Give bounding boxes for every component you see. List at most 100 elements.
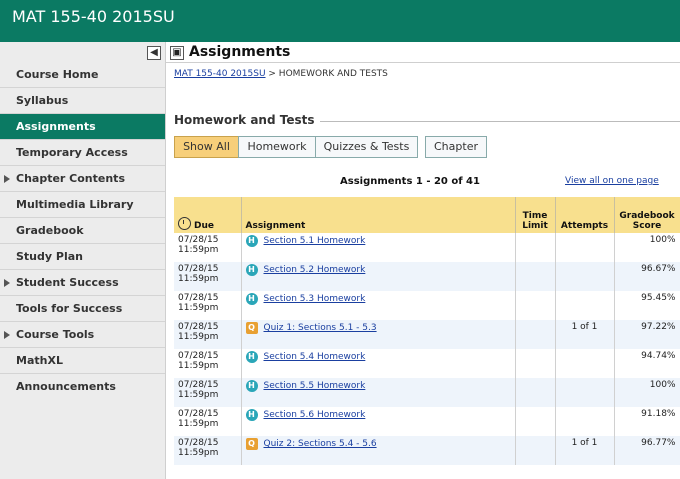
sidebar-item-label: Temporary Access (16, 146, 128, 159)
homework-filter-button[interactable]: Homework (238, 136, 316, 158)
homework-badge-icon: H (245, 380, 258, 392)
assignment-cell: H Section 5.6 Homework (241, 407, 516, 436)
attempts-cell (555, 262, 615, 291)
sidebar-item-mathxl-announcements[interactable]: MathXL Announcements (0, 348, 165, 393)
sidebar-item-label: MathXL Announcements (16, 354, 116, 393)
page-title: Assignments (189, 44, 291, 60)
attempts-cell (555, 233, 615, 262)
sidebar-item-label: Course Home (16, 68, 99, 81)
table-row: 07/28/15 11:59pm H Section 5.5 Homework 100% (174, 378, 680, 407)
assignment-cell: H Section 5.4 Homework (241, 349, 516, 378)
score-cell: 100% (614, 378, 680, 407)
expand-icon[interactable]: ▣ (170, 46, 184, 60)
assignment-column-header[interactable]: Assignment (241, 197, 516, 233)
attempts-cell (555, 291, 615, 320)
sidebar-item-label: Gradebook (16, 224, 84, 237)
expand-arrow-icon[interactable] (4, 279, 10, 287)
due-date: 07/28/15 (178, 264, 219, 274)
chapter-button[interactable]: Chapter (425, 136, 487, 158)
attempts-cell (555, 407, 615, 436)
assignment-link[interactable]: Section 5.4 Homework (264, 352, 366, 362)
collapse-sidebar-icon[interactable]: ◀ (147, 46, 161, 60)
view-all-link[interactable]: View all on one page (565, 176, 659, 186)
time-limit-cell (515, 233, 556, 262)
breadcrumb-separator: > (265, 69, 279, 79)
due-column-header[interactable]: Due (174, 197, 242, 233)
due-cell: 07/28/15 11:59pm (174, 233, 242, 262)
assignment-cell: H Section 5.5 Homework (241, 378, 516, 407)
due-cell: 07/28/15 11:59pm (174, 262, 242, 291)
assignment-link[interactable]: Section 5.6 Homework (264, 410, 366, 420)
time-limit-cell (515, 320, 556, 349)
quiz-badge-icon: Q (245, 322, 258, 334)
due-time: 11:59pm (178, 390, 219, 400)
due-time: 11:59pm (178, 419, 219, 429)
quiz-badge-icon: Q (245, 438, 258, 450)
assignment-cell: Q Quiz 1: Sections 5.1 - 5.3 (241, 320, 516, 349)
due-date: 07/28/15 (178, 235, 219, 245)
homework-badge-icon: H (245, 409, 258, 421)
time-limit-cell (515, 262, 556, 291)
assignment-link[interactable]: Section 5.5 Homework (264, 381, 366, 391)
sidebar-item-syllabus[interactable]: Syllabus (0, 88, 165, 114)
assignment-link[interactable]: Section 5.2 Homework (264, 265, 366, 275)
time-limit-column-header[interactable]: Time Limit (515, 197, 556, 233)
pager-text: Assignments 1 - 20 of 41 (340, 176, 480, 187)
due-date: 07/28/15 (178, 409, 219, 419)
attempts-cell (555, 349, 615, 378)
sidebar-item-label: Course Tools (16, 328, 95, 341)
assignment-link[interactable]: Quiz 2: Sections 5.4 - 5.6 (264, 439, 377, 449)
attempts-cell: 1 of 1 (555, 436, 615, 465)
expand-arrow-icon[interactable] (4, 175, 10, 183)
sidebar-item-label: Tools for Success (16, 302, 123, 315)
sidebar-item-label: Student Success (16, 276, 119, 289)
section-title: Homework and Tests (174, 113, 315, 127)
clock-icon (178, 217, 191, 230)
sidebar-item-course-home[interactable]: Course Home (0, 62, 165, 88)
sidebar-nav: Course Home Syllabus Assignments Temporary … (0, 62, 165, 393)
breadcrumb: MAT 155-40 2015SU > HOMEWORK AND TESTS (174, 69, 388, 79)
assignment-cell: H Section 5.3 Homework (241, 291, 516, 320)
due-cell: 07/28/15 11:59pm (174, 349, 242, 378)
score-column-header[interactable]: Gradebook Score (614, 197, 680, 233)
table-header-row: Due Assignment Time Limit Attempts Grade… (174, 197, 680, 233)
assignment-link[interactable]: Quiz 1: Sections 5.1 - 5.3 (264, 323, 377, 333)
sidebar-item-multimedia-library[interactable]: Multimedia Library (0, 192, 165, 218)
sidebar-item-label: Syllabus (16, 94, 69, 107)
attempts-column-header[interactable]: Attempts (555, 197, 615, 233)
homework-badge-icon: H (245, 351, 258, 363)
expand-arrow-icon[interactable] (4, 331, 10, 339)
assignments-table: Due Assignment Time Limit Attempts Grade… (174, 197, 680, 465)
due-time: 11:59pm (178, 332, 219, 342)
quizzes-tests-filter-button[interactable]: Quizzes & Tests (315, 136, 418, 158)
due-time: 11:59pm (178, 303, 219, 313)
assignment-link[interactable]: Section 5.3 Homework (264, 294, 366, 304)
assignment-cell: H Section 5.2 Homework (241, 262, 516, 291)
table-row: 07/28/15 11:59pm H Section 5.3 Homework 95.4… (174, 291, 680, 320)
due-date: 07/28/15 (178, 351, 219, 361)
sidebar-item-student-success[interactable]: Student Success (0, 270, 165, 296)
sidebar-item-study-plan[interactable]: Study Plan (0, 244, 165, 270)
sidebar-item-chapter-contents[interactable]: Chapter Contents (0, 166, 165, 192)
sidebar-item-label: Chapter Contents (16, 172, 125, 185)
breadcrumb-course-link[interactable]: MAT 155-40 2015SU (174, 69, 266, 79)
sidebar-item-tools-for-success[interactable]: Tools for Success (0, 296, 165, 322)
show-all-button[interactable]: Show All (174, 136, 239, 158)
homework-badge-icon: H (245, 293, 258, 305)
time-limit-cell (515, 291, 556, 320)
time-limit-cell (515, 436, 556, 465)
breadcrumb-current: HOMEWORK AND TESTS (278, 69, 388, 79)
sidebar-item-label: Assignments (16, 120, 96, 133)
table-row: 07/28/15 11:59pm H Section 5.1 Homework 100% (174, 233, 680, 262)
sidebar-item-course-tools[interactable]: Course Tools (0, 322, 165, 348)
due-time: 11:59pm (178, 245, 219, 255)
score-cell: 96.77% (614, 436, 680, 465)
attempts-cell (555, 378, 615, 407)
assignment-link[interactable]: Section 5.1 Homework (264, 236, 366, 246)
time-limit-cell (515, 407, 556, 436)
due-header-label: Due (194, 221, 214, 231)
sidebar-item-gradebook[interactable]: Gradebook (0, 218, 165, 244)
due-time: 11:59pm (178, 274, 219, 284)
sidebar-item-temporary-access[interactable]: Temporary Access (0, 140, 165, 166)
sidebar-item-assignments[interactable]: Assignments (0, 114, 165, 140)
